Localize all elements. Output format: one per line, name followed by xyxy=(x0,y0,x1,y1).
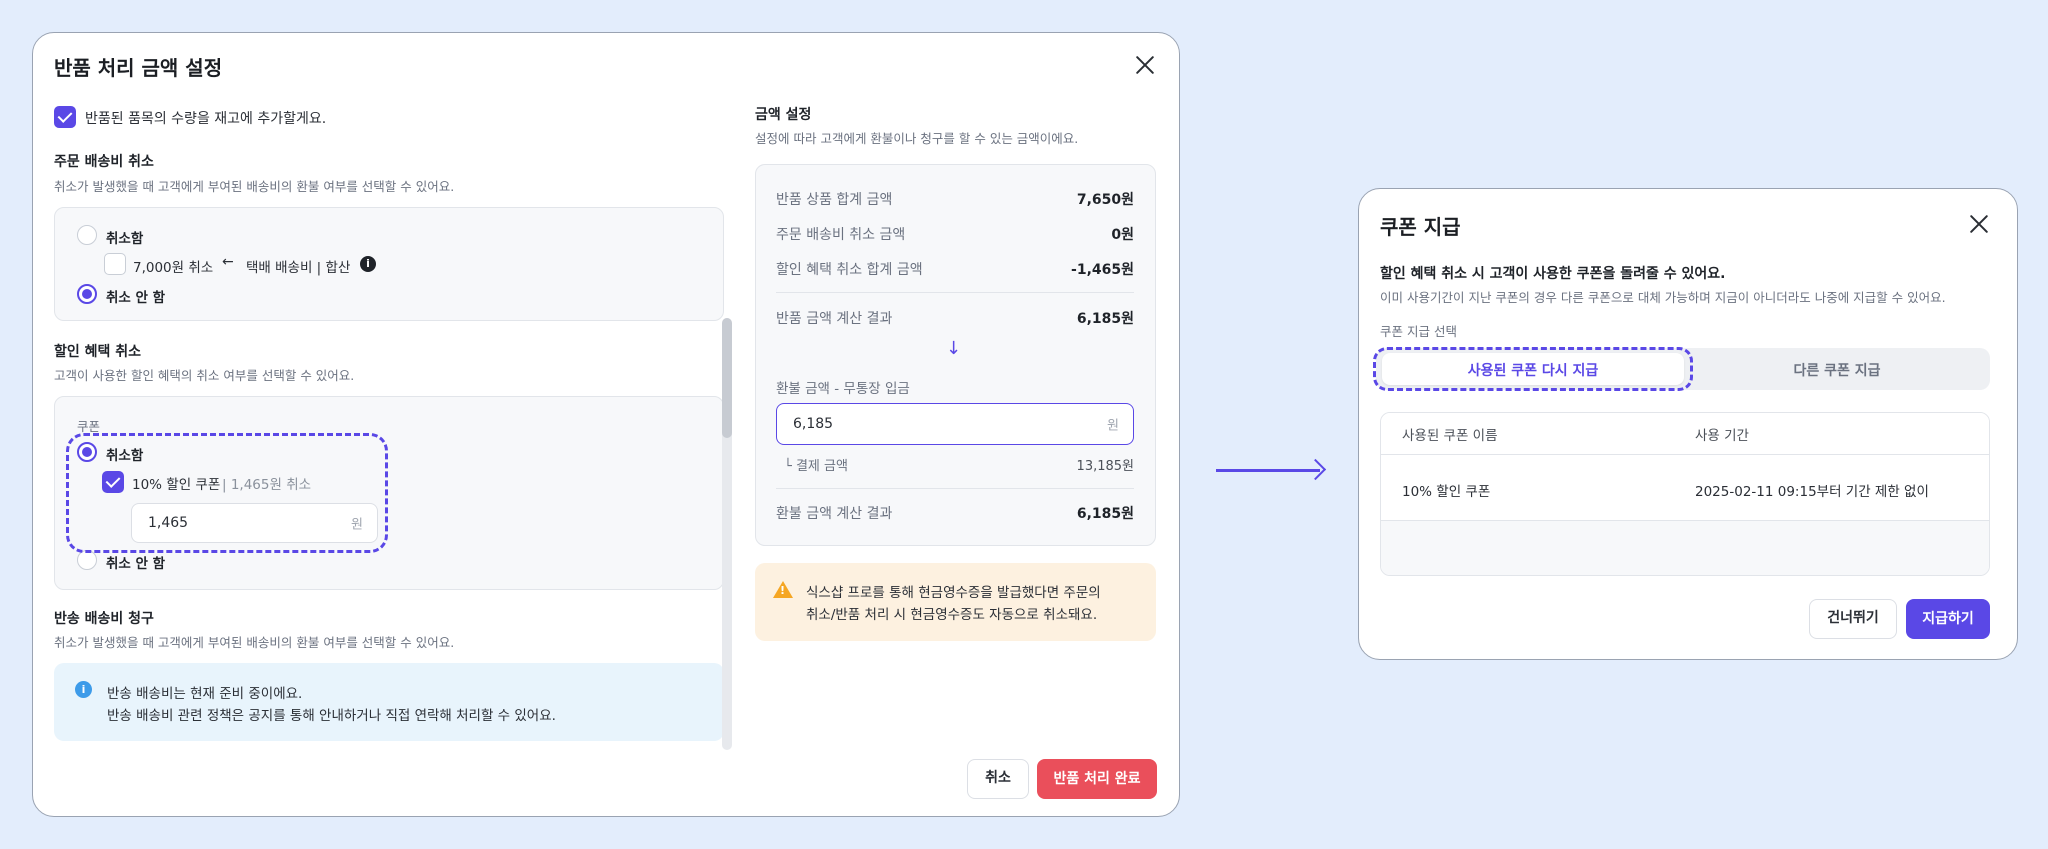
discount-cancel-desc: 고객이 사용한 할인 혜택의 취소 여부를 선택할 수 있어요. xyxy=(54,368,355,383)
shipping-no-cancel-option: 취소 안 함 xyxy=(106,290,166,306)
arrow-right-icon xyxy=(1304,458,1327,481)
return-shipping-info-box xyxy=(54,663,724,741)
tab-other-coupon[interactable]: 다른 쿠폰 지급 xyxy=(1686,360,1988,380)
shipping-amount-checkbox[interactable] xyxy=(104,253,126,275)
refund-amount-value: 6,185 xyxy=(793,416,834,432)
receipt-warning-box xyxy=(755,563,1156,641)
arrow-left-icon: ← xyxy=(222,254,234,270)
highlight-outline xyxy=(66,433,388,553)
calc-result-label: 반품 금액 계산 결과 xyxy=(776,311,893,327)
shipping-cancel-desc: 취소가 발생했을 때 고객에게 부여된 배송비의 환불 여부를 선택할 수 있어… xyxy=(54,179,455,194)
table-cell-name: 10% 할인 쿠폰 xyxy=(1402,484,1491,500)
summary-value: -1,465원 xyxy=(1071,262,1134,278)
table-empty-area xyxy=(1381,521,1989,575)
divider xyxy=(776,292,1134,293)
highlight-outline xyxy=(1373,347,1693,391)
table-cell-period: 2025-02-11 09:15부터 기간 제한 없이 xyxy=(1695,484,1929,500)
info-icon: i xyxy=(75,681,92,698)
info-icon[interactable]: i xyxy=(360,256,376,272)
skip-button[interactable]: 건너뛰기 xyxy=(1809,599,1897,639)
summary-value: 0원 xyxy=(1111,227,1134,243)
divider xyxy=(776,488,1134,489)
final-result-label: 환불 금액 계산 결과 xyxy=(776,506,893,522)
restock-label: 반품된 품목의 수량을 재고에 추가할게요. xyxy=(85,111,327,127)
scrollbar-thumb[interactable] xyxy=(722,318,732,438)
table-header-period: 사용 기간 xyxy=(1695,428,1749,444)
calc-result-value: 6,185원 xyxy=(1076,311,1134,327)
summary-label: 주문 배송비 취소 금액 xyxy=(776,227,906,243)
summary-label: 반품 상품 합계 금액 xyxy=(776,192,893,208)
shipping-amount-label: 7,000원 취소 xyxy=(133,260,214,276)
cancel-button[interactable]: 취소 xyxy=(967,759,1029,799)
payment-value: 13,185원 xyxy=(1076,459,1134,474)
refund-amount-unit: 원 xyxy=(1107,418,1119,434)
arrow-down-icon: ↓ xyxy=(946,338,962,359)
modal-title: 반품 처리 금액 설정 xyxy=(54,56,223,80)
discount-no-cancel-option: 취소 안 함 xyxy=(106,556,166,572)
warning-line-2: 취소/반품 처리 시 현금영수증도 자동으로 취소돼요. xyxy=(806,607,1098,623)
discount-no-cancel-radio[interactable] xyxy=(77,550,97,570)
shipping-no-cancel-radio[interactable] xyxy=(77,284,97,304)
coupon-desc: 이미 사용기간이 지난 쿠폰의 경우 다른 쿠폰으로 대체 가능하며 지금이 아… xyxy=(1380,290,1946,305)
coupon-headline: 할인 혜택 취소 시 고객이 사용한 쿠폰을 돌려줄 수 있어요. xyxy=(1380,266,1726,282)
shipping-detail-label: 택배 배송비 | 합산 xyxy=(246,260,351,276)
close-icon[interactable] xyxy=(1966,211,1992,237)
final-result-value: 6,185원 xyxy=(1076,506,1134,522)
amount-title: 금액 설정 xyxy=(755,107,812,123)
warning-line-1: 식스샵 프로를 통해 현금영수증을 발급했다면 주문의 xyxy=(806,585,1101,601)
warning-icon: ! xyxy=(773,581,793,598)
restock-checkbox[interactable] xyxy=(54,106,76,128)
return-shipping-desc: 취소가 발생했을 때 고객에게 부여된 배송비의 환불 여부를 선택할 수 있어… xyxy=(54,635,455,650)
close-icon[interactable] xyxy=(1132,52,1158,78)
info-line-2: 반송 배송비 관련 정책은 공지를 통해 안내하거나 직접 연락해 처리할 수 … xyxy=(107,708,556,724)
table-header-name: 사용된 쿠폰 이름 xyxy=(1402,428,1498,444)
shipping-cancel-option: 취소함 xyxy=(106,231,144,247)
complete-return-button[interactable]: 반품 처리 완료 xyxy=(1037,759,1157,799)
shipping-cancel-radio[interactable] xyxy=(77,225,97,245)
return-shipping-title: 반송 배송비 청구 xyxy=(54,611,154,627)
info-line-1: 반송 배송비는 현재 준비 중이에요. xyxy=(107,686,303,702)
discount-cancel-title: 할인 혜택 취소 xyxy=(54,344,142,360)
coupon-select-label: 쿠폰 지급 선택 xyxy=(1380,324,1457,339)
payment-label: └ 결제 금액 xyxy=(784,459,848,474)
refund-amount-input[interactable]: 6,185 원 xyxy=(776,403,1134,445)
issue-coupon-button[interactable]: 지급하기 xyxy=(1906,599,1990,639)
coupon-modal-title: 쿠폰 지급 xyxy=(1380,215,1461,239)
summary-value: 7,650원 xyxy=(1076,192,1134,208)
shipping-cancel-title: 주문 배송비 취소 xyxy=(54,154,154,170)
summary-label: 할인 혜택 취소 합계 금액 xyxy=(776,262,923,278)
amount-desc: 설정에 따라 고객에게 환불이나 청구를 할 수 있는 금액이에요. xyxy=(755,131,1079,146)
refund-label: 환불 금액 - 무통장 입금 xyxy=(776,381,910,397)
